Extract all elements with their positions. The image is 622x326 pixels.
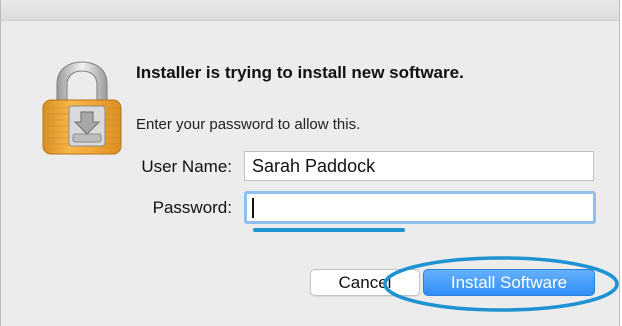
download-badge-icon [68, 105, 106, 147]
dialog-title: Installer is trying to install new softw… [136, 63, 464, 82]
password-label: Password: [152, 198, 232, 217]
installer-auth-dialog: Installer is trying to install new softw… [0, 0, 620, 326]
username-label: User Name: [141, 157, 232, 176]
annotation-underline [253, 228, 405, 232]
username-value: Sarah Paddock [252, 155, 376, 176]
text-caret [252, 197, 254, 218]
password-field[interactable] [244, 191, 596, 224]
install-software-button[interactable]: Install Software [423, 269, 595, 296]
dialog-message: Enter your password to allow this. [136, 116, 361, 133]
lock-installer-icon [39, 60, 125, 156]
window-titlebar [1, 0, 619, 21]
cancel-button[interactable]: Cancel [310, 269, 420, 296]
username-field[interactable]: Sarah Paddock [244, 151, 594, 181]
